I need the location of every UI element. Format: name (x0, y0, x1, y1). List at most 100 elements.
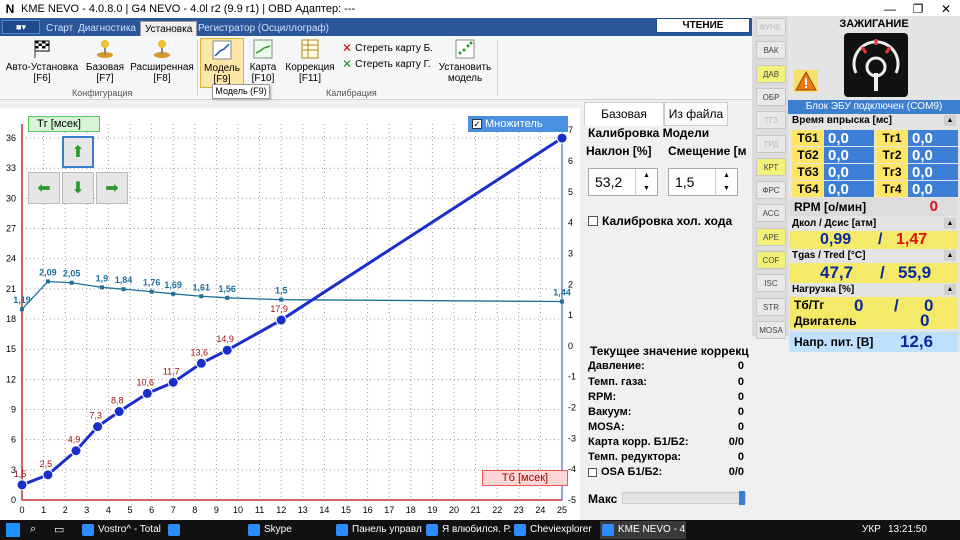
start-button[interactable] (6, 523, 20, 537)
x-tick-label: 14 (319, 505, 329, 515)
collapse-button[interactable]: ▲ (944, 284, 956, 295)
x-tick-label: 4 (106, 505, 111, 515)
move-right-button[interactable]: ➡ (96, 172, 128, 204)
multiplier-data-label: 1,56 (218, 284, 236, 294)
load-header: Нагрузка [%] ▲ (790, 283, 958, 297)
taskbar-item[interactable] (166, 521, 246, 539)
taskbar-item[interactable]: Cheviexplorer (512, 521, 598, 539)
slope-spinner[interactable]: ▲ ▼ (635, 169, 657, 195)
tab-setup[interactable]: Установка (140, 21, 198, 36)
mode-button-7[interactable]: ФРС (756, 181, 786, 200)
read-button[interactable]: ЧТЕНИЕ (656, 18, 750, 33)
multiplier-checkbox[interactable]: ✓ (472, 119, 482, 129)
injection-cell: Тб2 0,0 (792, 146, 874, 164)
mode-button-4[interactable]: ТГЗ (756, 111, 786, 130)
collapse-button[interactable]: ▲ (944, 250, 956, 261)
offset-spinner[interactable]: ▲ ▼ (715, 169, 737, 195)
multiplier-data-label: 1,5 (275, 286, 288, 296)
corr-label: Темп. редуктора: (588, 451, 682, 463)
taskbar-item[interactable]: Vostro^ - Total ... (80, 521, 164, 539)
injection-key: Тг4 (876, 181, 908, 197)
mode-button-12[interactable]: STR (756, 297, 786, 316)
idle-calibration-checkbox[interactable]: Калибровка хол. хода (588, 214, 732, 228)
move-up-button[interactable]: ⬆ (62, 136, 94, 168)
x-tick-label: 1 (41, 505, 46, 515)
task-view-icon[interactable]: ▭ (54, 523, 64, 536)
model-point (556, 132, 568, 144)
mode-button-0[interactable]: ФУНК. (756, 18, 786, 36)
correction-button[interactable]: Коррекция [F11] (284, 38, 336, 88)
erase-gas-map-button[interactable]: ✕ Стереть карту Г. (342, 57, 431, 71)
y2-tick-label: 4 (568, 218, 573, 228)
osa-toggle[interactable]: OSA Б1/Б2: (588, 466, 662, 478)
language-indicator[interactable]: УКР (862, 524, 881, 535)
mode-button-10[interactable]: COF (756, 251, 786, 269)
osa-row[interactable]: OSA Б1/Б2: 0/0 (588, 466, 744, 478)
collapse-button[interactable]: ▲ (944, 115, 956, 126)
mode-button-1[interactable]: ВАК (756, 41, 786, 60)
auto-setup-button[interactable]: Авто-Установка [F6] (4, 38, 80, 88)
injection-value: 0,0 (828, 146, 849, 164)
tab-recorder[interactable]: Регистратор (Осциллограф) (194, 21, 333, 36)
tab-basic[interactable]: Базовая (584, 102, 664, 126)
taskbar-item[interactable]: Skype (246, 521, 330, 539)
set-model-button[interactable]: Установить модель (436, 38, 494, 88)
collapse-button[interactable]: ▲ (944, 218, 956, 229)
ignition-icon (844, 33, 908, 97)
multiplier-data-label: 1,61 (193, 282, 211, 292)
y-tick-label: 6 (11, 435, 16, 445)
slope-input[interactable]: 53,2 ▲ ▼ (588, 168, 658, 196)
model-data-label: 7,3 (89, 411, 102, 421)
advanced-setup-button[interactable]: Расширенная [F8] (130, 38, 194, 88)
osa-checkbox[interactable] (588, 467, 597, 477)
mode-button-8[interactable]: АСС (756, 204, 786, 223)
mode-button-2[interactable]: ДАВ (756, 64, 786, 83)
erase-petrol-map-button[interactable]: ✕ Стереть карту Б. (342, 41, 433, 55)
tab-from-file[interactable]: Из файла (664, 102, 728, 126)
tab-diagnostics[interactable]: Диагностика (74, 21, 140, 36)
voltage-label: Напр. пит. [В] (794, 335, 874, 349)
x-tick-label: 7 (171, 505, 176, 515)
search-icon[interactable]: ⌕ (30, 523, 36, 536)
model-chart[interactable]: 0 1 2 3 4 5 6 7 8 9 10 11 12 13 14 15 16 17 18 19 20 21 22 23 24… (0, 108, 580, 520)
taskbar-item[interactable]: Панель управл... (334, 521, 422, 539)
line-graph-icon (212, 40, 232, 60)
y-tick-label: 27 (6, 224, 16, 234)
taskbar-item-active[interactable]: KME NEVO - 4... (600, 521, 686, 539)
voltage-row: Напр. пит. [В] 12,6 (790, 332, 958, 352)
temp-separator: / (880, 263, 885, 282)
x-tick-label: 20 (449, 505, 459, 515)
model-point (92, 421, 104, 433)
mode-button-6[interactable]: КРТ (756, 157, 786, 176)
pressure-separator: / (878, 231, 883, 248)
mode-button-5[interactable]: ТРД (756, 134, 786, 153)
offset-input[interactable]: 1,5 ▲ ▼ (668, 168, 738, 196)
mode-button-3[interactable]: ОБР (756, 87, 786, 106)
arrow-up-icon: ⬆ (71, 144, 85, 161)
map-button[interactable]: Карта [F10] (246, 38, 280, 88)
multiplier-toggle[interactable]: ✓ Множитель (468, 116, 568, 132)
multiplier-point (69, 280, 74, 285)
file-menu-button[interactable]: ■▾ (2, 20, 40, 34)
ribbon-tab-row: ■▾ Старт Диагностика Установка Регистрат… (0, 18, 752, 36)
multiplier-data-label: 1,44 (553, 288, 571, 298)
multiplier-point (171, 291, 176, 296)
max-slider[interactable] (622, 491, 746, 505)
mode-button-9[interactable]: АРЕ (756, 227, 786, 246)
tab-start[interactable]: Старт (42, 21, 77, 36)
mode-button-13[interactable]: MOSA (756, 320, 786, 339)
move-down-button[interactable]: ⬇ (62, 172, 94, 204)
idle-checkbox-box[interactable] (588, 216, 598, 226)
model-data-label: 10,6 (137, 377, 155, 387)
move-left-button[interactable]: ⬅ (28, 172, 60, 204)
basic-setup-button[interactable]: Базовая [F7] (82, 38, 128, 88)
clock[interactable]: 13:21:50 (888, 524, 927, 535)
slider-thumb[interactable] (739, 491, 745, 505)
corr-value: 0 (737, 421, 744, 433)
y-tick-label: 18 (6, 314, 16, 324)
x-tick-label: 8 (192, 505, 197, 515)
taskbar-item[interactable]: Я влюбился. Р... (424, 521, 512, 539)
mode-button-11[interactable]: ISC (756, 274, 786, 293)
model-button[interactable]: Модель [F9] (200, 38, 244, 88)
group-calibration-label: Калибрация (326, 88, 377, 98)
